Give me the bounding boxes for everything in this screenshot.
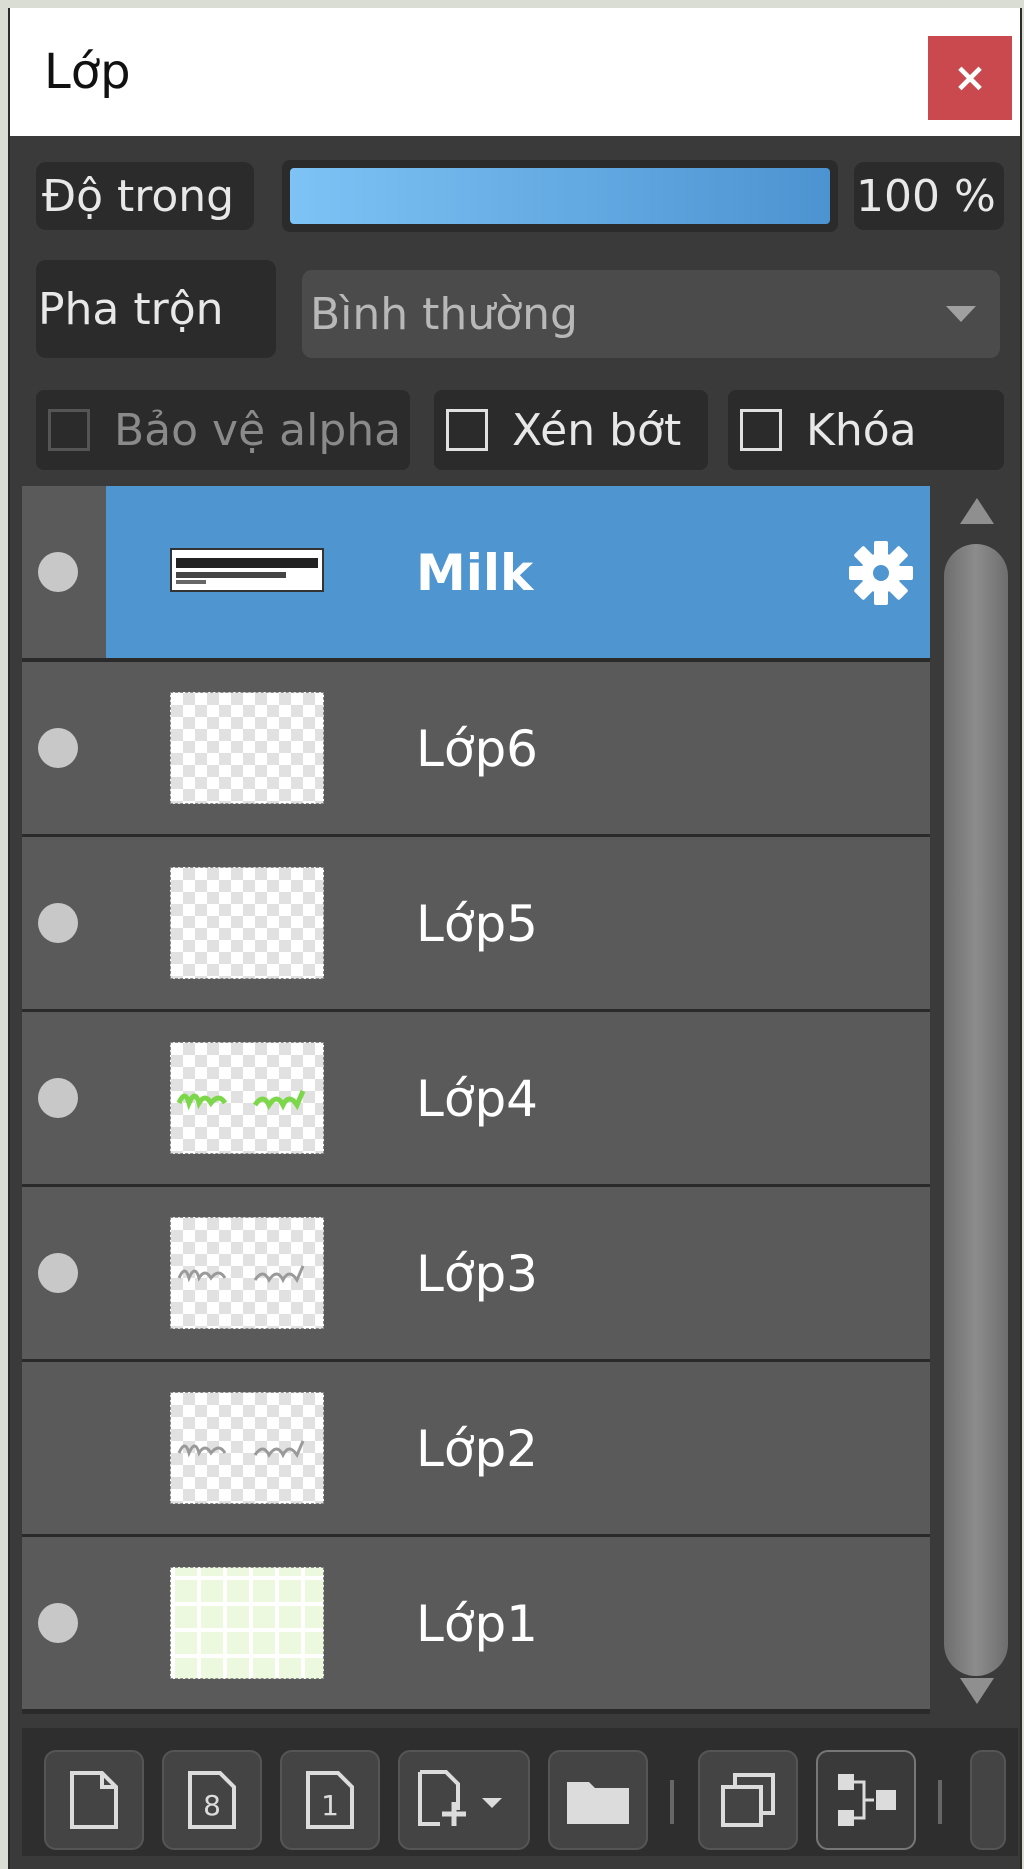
visibility-icon[interactable] (38, 728, 78, 768)
blend-mode-value: Bình thường (310, 288, 578, 340)
visibility-icon[interactable] (38, 1078, 78, 1118)
new-1bit-layer-icon: 1 (306, 1771, 354, 1829)
layer-list-scrollbar[interactable] (942, 492, 1012, 1714)
new-layer-button[interactable] (44, 1750, 144, 1850)
toolbar-divider (938, 1780, 942, 1824)
merge-layer-button[interactable] (816, 1750, 916, 1850)
visibility-icon[interactable] (38, 1603, 78, 1643)
svg-text:8: 8 (203, 1789, 221, 1822)
clip-checkbox[interactable] (446, 409, 488, 451)
new-layer-icon (70, 1771, 118, 1829)
new-8bit-layer-icon: 8 (188, 1771, 236, 1829)
visibility-icon[interactable] (38, 552, 78, 592)
duplicate-layer-icon (721, 1773, 775, 1827)
layer-panel-window: Lớp × Độ trong 100 % Pha trộn Bình thườn… (8, 8, 1022, 1869)
new-1bit-layer-button[interactable]: 1 (280, 1750, 380, 1850)
toolbar-divider (670, 1780, 674, 1824)
layer-name: Lớp6 (416, 720, 538, 778)
add-layer-dropdown-icon (418, 1770, 502, 1826)
title-bar[interactable]: Lớp × (10, 8, 1020, 136)
protect-alpha-checkbox (48, 409, 90, 451)
blend-mode-label: Pha trộn (36, 260, 276, 358)
opacity-slider-fill (290, 168, 830, 224)
clip-option[interactable]: Xén bớt (434, 390, 708, 470)
scroll-down-icon[interactable] (960, 1678, 994, 1704)
layer-name: Milk (416, 544, 534, 602)
toolbar-overflow-button[interactable] (970, 1750, 1006, 1850)
chevron-down-icon (946, 306, 976, 322)
layer-list: Milk Lớp6 Lớp5 Lớp4 Lớp3 Lớp2 Lớp1 (22, 486, 930, 1714)
layer-thumbnail (170, 867, 324, 979)
add-layer-dropdown-button[interactable] (398, 1750, 530, 1850)
opacity-value[interactable]: 100 % (854, 162, 1004, 230)
layer-row-lop5[interactable]: Lớp5 (22, 837, 930, 1009)
blend-mode-select[interactable]: Bình thường (302, 270, 1000, 358)
protect-alpha-label: Bảo vệ alpha (114, 404, 402, 456)
close-button[interactable]: × (928, 36, 1012, 120)
layer-thumbnail (170, 692, 324, 804)
lock-checkbox[interactable] (740, 409, 782, 451)
layer-row-lop4[interactable]: Lớp4 (22, 1012, 930, 1184)
svg-text:1: 1 (321, 1789, 339, 1822)
layer-name: Lớp3 (416, 1245, 538, 1303)
layer-thumbnail (170, 1217, 324, 1329)
new-folder-button[interactable] (548, 1750, 648, 1850)
duplicate-layer-button[interactable] (698, 1750, 798, 1850)
opacity-slider[interactable] (282, 160, 838, 232)
layer-name: Lớp4 (416, 1070, 538, 1128)
layer-thumbnail (170, 1392, 324, 1504)
layer-name: Lớp2 (416, 1420, 538, 1478)
layer-row-lop1[interactable]: Lớp1 (22, 1537, 930, 1709)
layer-thumbnail (170, 1567, 324, 1679)
scrollbar-thumb[interactable] (944, 544, 1008, 1676)
visibility-icon[interactable] (38, 903, 78, 943)
window-title: Lớp (44, 44, 131, 100)
layer-thumbnail (170, 1042, 324, 1154)
lock-label: Khóa (806, 404, 917, 456)
clip-label: Xén bớt (512, 404, 682, 456)
merge-layer-icon (838, 1774, 896, 1826)
lock-option[interactable]: Khóa (728, 390, 1004, 470)
layer-row-lop2[interactable]: Lớp2 (22, 1362, 930, 1534)
gear-icon[interactable] (848, 540, 914, 606)
visibility-icon[interactable] (38, 1253, 78, 1293)
layer-thumbnail (170, 548, 324, 592)
layer-row-lop6[interactable]: Lớp6 (22, 662, 930, 834)
layer-name: Lớp1 (416, 1595, 538, 1653)
layer-toolbar: 8 1 (22, 1728, 1018, 1856)
new-8bit-layer-button[interactable]: 8 (162, 1750, 262, 1850)
opacity-label: Độ trong (36, 162, 254, 230)
layer-name: Lớp5 (416, 895, 538, 953)
layer-row-lop3[interactable]: Lớp3 (22, 1187, 930, 1359)
scroll-up-icon[interactable] (960, 498, 994, 524)
layer-row-milk[interactable]: Milk (22, 486, 930, 658)
new-folder-icon (567, 1782, 629, 1824)
protect-alpha-option: Bảo vệ alpha (36, 390, 410, 470)
